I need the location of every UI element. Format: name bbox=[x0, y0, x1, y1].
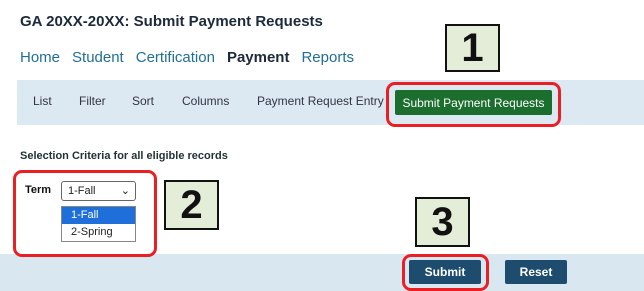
callout-highlight-2 bbox=[13, 170, 157, 257]
nav-reports[interactable]: Reports bbox=[301, 49, 354, 66]
reset-button[interactable]: Reset bbox=[505, 260, 567, 284]
callout-number-3: 3 bbox=[415, 197, 470, 247]
nav-certification[interactable]: Certification bbox=[136, 49, 215, 66]
main-nav: Home Student Certification Payment Repor… bbox=[20, 49, 366, 66]
toolbar-payment-request-entry[interactable]: Payment Request Entry bbox=[257, 94, 384, 108]
selection-criteria-heading: Selection Criteria for all eligible reco… bbox=[20, 150, 228, 162]
toolbar-list[interactable]: List bbox=[33, 94, 52, 108]
callout-number-2: 2 bbox=[164, 180, 219, 230]
toolbar-columns[interactable]: Columns bbox=[182, 94, 229, 108]
callout-highlight-3 bbox=[402, 254, 489, 291]
page-title: GA 20XX-20XX: Submit Payment Requests bbox=[20, 13, 323, 30]
nav-student[interactable]: Student bbox=[72, 49, 124, 66]
toolbar-filter[interactable]: Filter bbox=[79, 94, 106, 108]
toolbar-sort[interactable]: Sort bbox=[132, 94, 154, 108]
nav-home[interactable]: Home bbox=[20, 49, 60, 66]
callout-highlight-1 bbox=[386, 82, 561, 127]
callout-number-1: 1 bbox=[445, 24, 500, 72]
nav-payment[interactable]: Payment bbox=[227, 49, 290, 66]
